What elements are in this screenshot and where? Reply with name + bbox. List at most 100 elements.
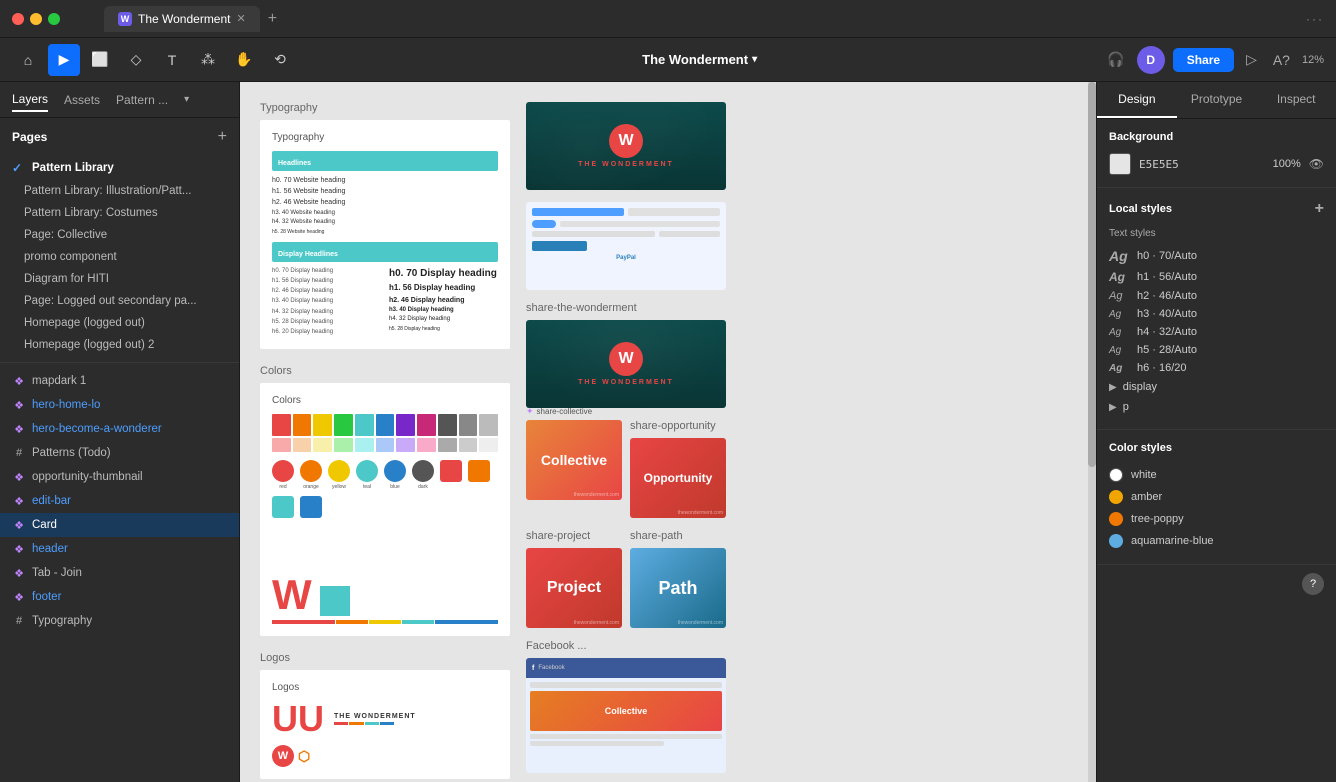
tab-prototype[interactable]: Prototype	[1177, 82, 1257, 118]
color-label: aquamarine-blue	[1131, 535, 1214, 547]
shape-tool[interactable]: ◇	[120, 44, 152, 76]
page-item-collective[interactable]: Page: Collective	[0, 224, 239, 246]
zoom-level[interactable]: 12%	[1302, 54, 1324, 66]
layer-label: Tab - Join	[32, 567, 82, 579]
facebook-thumbnail[interactable]: Facebook ... f Facebook Collective	[526, 640, 726, 773]
page-item-pattern-library[interactable]: ✓ Pattern Library	[0, 156, 239, 180]
text-style-h5[interactable]: Ag h5 · 28/Auto	[1109, 341, 1324, 359]
style-label: h4 · 32/Auto	[1137, 326, 1197, 338]
page-item-logged-out-secondary[interactable]: Page: Logged out secondary pa...	[0, 290, 239, 312]
share-project-thumbnail[interactable]: share-project Project thewonderment.com	[526, 530, 622, 628]
p-group[interactable]: ▶ p	[1109, 397, 1324, 417]
help-icon[interactable]: ?	[1302, 573, 1324, 595]
titlebar: W The Wonderment ✕ + ···	[0, 0, 1336, 38]
tab-area: W The Wonderment ✕ +	[104, 6, 281, 32]
layer-label: hero-become-a-wonderer	[32, 423, 162, 435]
layer-footer[interactable]: ❖ footer	[0, 585, 239, 609]
layer-mapdark[interactable]: ❖ mapdark 1	[0, 369, 239, 393]
tab-pattern[interactable]: Pattern ...	[116, 89, 168, 111]
add-page-icon[interactable]: +	[218, 128, 227, 146]
page-item-hiti[interactable]: Diagram for HITI	[0, 268, 239, 290]
hand-tool[interactable]: ✋	[228, 44, 260, 76]
tab-inspect[interactable]: Inspect	[1256, 82, 1336, 118]
maximize-button[interactable]	[48, 13, 60, 25]
more-options-icon[interactable]: ···	[1306, 12, 1324, 26]
close-button[interactable]	[12, 13, 24, 25]
display-group[interactable]: ▶ display	[1109, 377, 1324, 397]
logos-frame[interactable]: Logos Logos UU THE WONDERMENT	[260, 652, 510, 779]
component-icon: ❖	[12, 566, 26, 580]
color-aquamarine-blue[interactable]: aquamarine-blue	[1109, 530, 1324, 552]
component-icon: ❖	[12, 494, 26, 508]
layer-label: opportunity-thumbnail	[32, 471, 143, 483]
text-style-h1[interactable]: Ag h1 · 56/Auto	[1109, 267, 1324, 287]
text-style-h0[interactable]: Ag h0 · 70/Auto	[1109, 245, 1324, 267]
page-item-homepage-logged-out[interactable]: Homepage (logged out)	[0, 312, 239, 334]
pen-tool[interactable]: ⟲	[264, 44, 296, 76]
layer-header[interactable]: ❖ header	[0, 537, 239, 561]
color-white[interactable]: white	[1109, 464, 1324, 486]
grid-icon: #	[12, 614, 26, 628]
add-style-icon[interactable]: +	[1315, 200, 1324, 218]
layer-edit-bar[interactable]: ❖ edit-bar	[0, 489, 239, 513]
share-path-thumbnail[interactable]: share-path Path thewonderment.com	[630, 530, 726, 628]
text-style-h3[interactable]: Ag h3 · 40/Auto	[1109, 305, 1324, 323]
share-collective-thumbnail[interactable]: ✦ share-collective D Collective thewonde…	[526, 420, 622, 518]
canvas[interactable]: Typography Typography Headlines h0. 70 W…	[240, 82, 1096, 782]
text-style-h6[interactable]: Ag h6 · 16/20	[1109, 359, 1324, 377]
visibility-icon[interactable]: 👁	[1309, 157, 1324, 171]
page-item-illustration[interactable]: Pattern Library: Illustration/Patt...	[0, 180, 239, 202]
check-icon: ✓	[12, 161, 26, 175]
color-amber[interactable]: amber	[1109, 486, 1324, 508]
share-opportunity-thumbnail[interactable]: share-opportunity Opportunity thewonderm…	[630, 420, 726, 518]
new-tab-button[interactable]: +	[264, 7, 281, 31]
page-item-promo[interactable]: promo component	[0, 246, 239, 268]
select-tool[interactable]: ▶	[48, 44, 80, 76]
accessibility-icon[interactable]: A?	[1269, 48, 1294, 72]
scrollbar-thumb[interactable]	[1088, 82, 1096, 467]
layer-typography[interactable]: # Typography	[0, 609, 239, 633]
minimize-button[interactable]	[30, 13, 42, 25]
component-icon: ❖	[12, 542, 26, 556]
tab-layers[interactable]: Layers	[12, 88, 48, 112]
layer-patterns-todo[interactable]: # Patterns (Todo)	[0, 441, 239, 465]
share-the-wonderment-thumbnail[interactable]: share-the-wonderment W THE WONDERMENT	[526, 302, 726, 408]
layer-hero-home-lo[interactable]: ❖ hero-home-lo	[0, 393, 239, 417]
ag-label: Ag	[1109, 248, 1129, 264]
color-tree-poppy[interactable]: tree-poppy	[1109, 508, 1324, 530]
active-tab[interactable]: W The Wonderment ✕	[104, 6, 260, 32]
tab-design[interactable]: Design	[1097, 82, 1177, 118]
wonderment-thumbnail[interactable]: W THE WONDERMENT	[526, 102, 726, 190]
layer-card[interactable]: ❖ Card	[0, 513, 239, 537]
headphone-icon[interactable]: 🎧	[1103, 47, 1128, 72]
typography-frame[interactable]: Typography Typography Headlines h0. 70 W…	[260, 102, 510, 349]
play-icon[interactable]: ▷	[1242, 47, 1261, 72]
home-tool[interactable]: ⌂	[12, 44, 44, 76]
tab-assets[interactable]: Assets	[64, 89, 100, 111]
paypal-thumbnail[interactable]: PayPal	[526, 202, 726, 290]
project-name[interactable]: The Wonderment ▾	[642, 52, 757, 67]
layer-opportunity-thumbnail[interactable]: ❖ opportunity-thumbnail	[0, 465, 239, 489]
layer-label: header	[32, 543, 68, 555]
page-item-homepage-logged-out-2[interactable]: Homepage (logged out) 2	[0, 334, 239, 356]
frame-tool[interactable]: ⬜	[84, 44, 116, 76]
tab-close-icon[interactable]: ✕	[237, 12, 246, 25]
canvas-scrollbar[interactable]	[1088, 82, 1096, 782]
component-tool[interactable]: ⁂	[192, 44, 224, 76]
background-color-swatch[interactable]	[1109, 153, 1131, 175]
share-button[interactable]: Share	[1173, 48, 1234, 72]
layer-list: ✓ Pattern Library Pattern Library: Illus…	[0, 156, 239, 782]
page-item-costumes[interactable]: Pattern Library: Costumes	[0, 202, 239, 224]
colors-frame[interactable]: Colors Colors	[260, 365, 510, 636]
avatar[interactable]: D	[1137, 46, 1165, 74]
page-label: Pattern Library	[32, 162, 114, 174]
text-tool[interactable]: T	[156, 44, 188, 76]
text-style-h4[interactable]: Ag h4 · 32/Auto	[1109, 323, 1324, 341]
colors-frame-label: Colors	[260, 365, 510, 377]
background-opacity[interactable]: 100%	[1273, 158, 1301, 170]
background-color-value[interactable]: E5E5E5	[1139, 158, 1179, 171]
layer-tab-join[interactable]: ❖ Tab - Join	[0, 561, 239, 585]
panel-chevron-icon[interactable]: ▾	[184, 94, 189, 105]
layer-hero-become[interactable]: ❖ hero-become-a-wonderer	[0, 417, 239, 441]
text-style-h2[interactable]: Ag h2 · 46/Auto	[1109, 287, 1324, 305]
